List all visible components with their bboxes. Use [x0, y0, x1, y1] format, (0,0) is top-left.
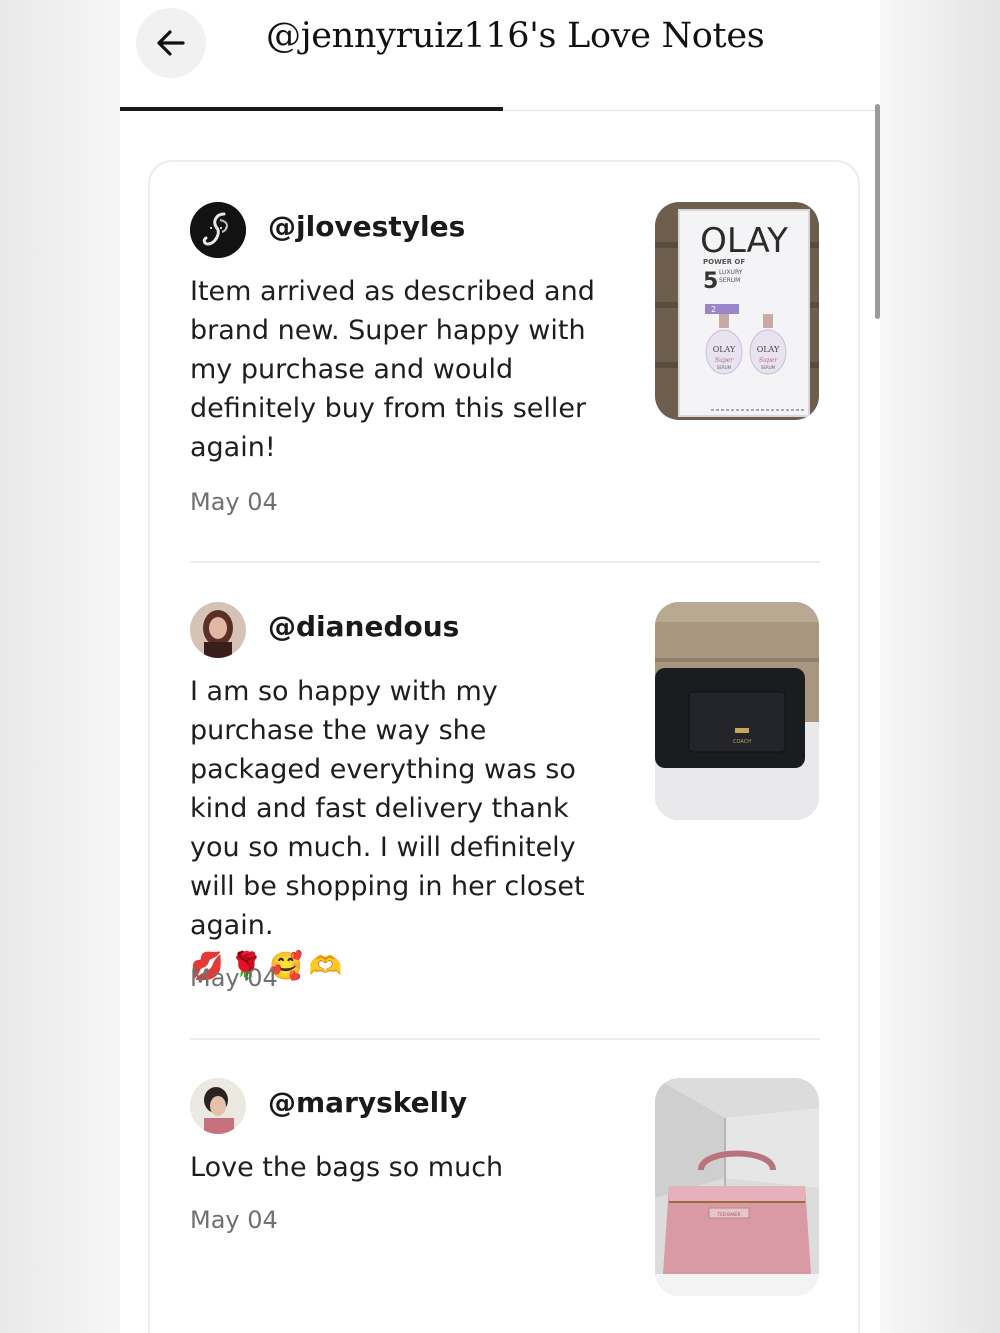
background-left [0, 0, 120, 1333]
profile-photo [190, 602, 246, 658]
love-note-item: @maryskelly Love the bags so much May 04… [190, 1078, 820, 1298]
divider [190, 561, 820, 563]
username[interactable]: @dianedous [268, 610, 459, 643]
product-text: COACH [733, 739, 751, 745]
review-date: May 04 [190, 488, 278, 516]
back-button[interactable] [136, 8, 206, 78]
product-text: LUXURY [719, 269, 743, 276]
product-text: SERUM [761, 365, 776, 370]
product-text: OLAY [713, 345, 736, 354]
background-right [880, 0, 1000, 1333]
heart-hands-emoji: 🫶 [308, 951, 343, 982]
product-brand-text: OLAY [700, 221, 788, 261]
love-note-item: @jlovestyles Item arrived as described a… [190, 202, 820, 532]
divider [190, 1038, 820, 1040]
love-note-item: @dianedous I am so happy with my purchas… [190, 602, 820, 1002]
avatar[interactable] [190, 202, 246, 258]
arrow-left-icon [157, 30, 185, 56]
pink-bag-photo: TED BAKER [655, 1078, 819, 1296]
scrollbar[interactable] [875, 104, 880, 1333]
love-notes-screen: @jennyruiz116's Love Notes @jlovestyles … [120, 0, 880, 1333]
review-text: I am so happy with my purchase the way s… [190, 672, 620, 986]
avatar[interactable] [190, 1078, 246, 1134]
review-text: Love the bags so much [190, 1152, 504, 1183]
header: @jennyruiz116's Love Notes [120, 0, 880, 110]
avatar[interactable] [190, 602, 246, 658]
review-text: Item arrived as described and brand new.… [190, 276, 595, 463]
product-thumbnail[interactable]: COACH [655, 602, 819, 820]
review-body: I am so happy with my purchase the way s… [190, 676, 585, 941]
username[interactable]: @jlovestyles [268, 210, 465, 243]
product-text: OLAY [757, 345, 780, 354]
product-thumbnail[interactable]: OLAY POWER OF 5 LUXURY SERUM 2 OLAY OLAY… [655, 202, 819, 420]
page-title: @jennyruiz116's Love Notes [266, 16, 765, 56]
product-text: SERUM [717, 365, 732, 370]
review-date: May 04 [190, 1206, 278, 1234]
profile-photo [190, 1078, 246, 1134]
scrollbar-thumb[interactable] [875, 104, 880, 319]
script-j-logo [190, 202, 246, 258]
product-text: TED BAKER [717, 1212, 741, 1217]
product-text: SERUM [719, 277, 740, 284]
product-text: POWER OF [703, 258, 745, 266]
product-text: Super [715, 357, 734, 364]
product-text: 2 [711, 305, 716, 314]
product-thumbnail[interactable]: TED BAKER [655, 1078, 819, 1296]
active-tab-indicator [120, 107, 503, 111]
product-text: Super [759, 357, 778, 364]
love-notes-card: @jlovestyles Item arrived as described a… [148, 160, 860, 1333]
review-date: May 04 [190, 964, 278, 992]
serum-box-photo: OLAY POWER OF 5 LUXURY SERUM 2 OLAY OLAY… [655, 202, 819, 420]
username[interactable]: @maryskelly [268, 1086, 467, 1119]
wallet-photo: COACH [655, 602, 819, 820]
product-text: 5 [703, 269, 718, 294]
